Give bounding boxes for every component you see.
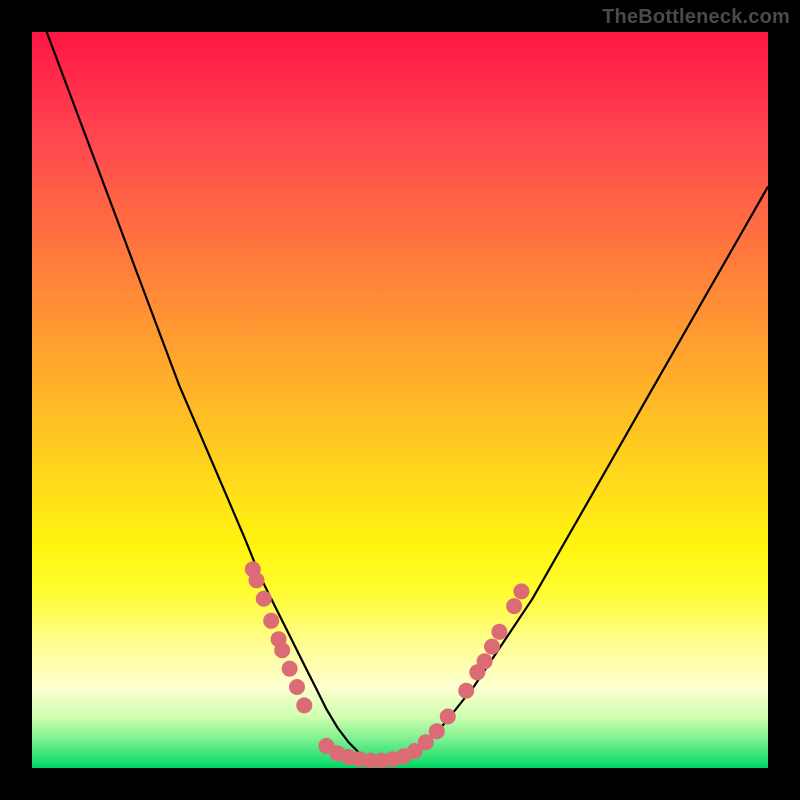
watermark-text: TheBottleneck.com: [602, 6, 790, 29]
scatter-dot: [256, 591, 272, 607]
scatter-dot: [440, 709, 456, 725]
scatter-dot: [458, 683, 474, 699]
scatter-dot: [249, 572, 265, 588]
scatter-dot: [429, 723, 445, 739]
scatter-dot: [484, 639, 500, 655]
scatter-dot: [263, 613, 279, 629]
scatter-dot: [289, 679, 305, 695]
chart-svg: [32, 32, 768, 768]
plot-area: [32, 32, 768, 768]
scatter-dot: [282, 661, 298, 677]
chart-container: TheBottleneck.com: [0, 0, 800, 800]
scatter-dot: [491, 624, 507, 640]
scatter-dots-layer: [245, 561, 530, 768]
scatter-dot: [513, 583, 529, 599]
bottleneck-curve: [47, 32, 768, 761]
scatter-dot: [477, 653, 493, 669]
scatter-dot: [274, 642, 290, 658]
scatter-dot: [506, 598, 522, 614]
scatter-dot: [296, 697, 312, 713]
curve-layer: [47, 32, 768, 761]
